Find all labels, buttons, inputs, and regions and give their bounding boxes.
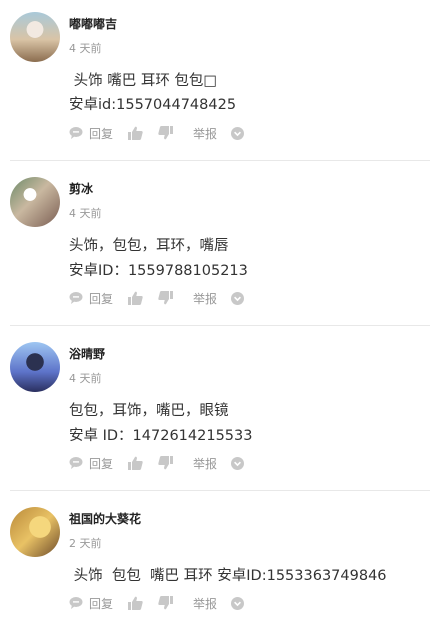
avatar[interactable] [10,342,60,392]
comment-item: 嘟嘟嘟吉 4 天前 头饰 嘴巴 耳环 包包□ 安卓id:155704474842… [0,0,430,161]
comment-text-line: 头饰，包包，耳环，嘴唇 [69,238,229,254]
more-button[interactable] [231,126,245,140]
comment-author[interactable]: 剪冰 [69,180,93,197]
reply-button[interactable]: 回复 [69,290,113,307]
comment-text-line: 头饰 嘴巴 耳环 包包□ [69,73,218,89]
chevron-down-circle-icon [231,596,245,610]
speech-bubble-icon [69,127,83,139]
chevron-down-circle-icon [231,456,245,470]
comment-actions: 回复 举报 [69,595,245,612]
reply-button[interactable]: 回复 [69,125,113,142]
comment-author[interactable]: 浴晴野 [69,345,105,362]
like-button[interactable] [128,126,143,140]
dislike-button[interactable] [158,596,174,610]
more-button[interactable] [231,596,245,610]
thumbs-up-icon [128,126,143,140]
like-button[interactable] [128,456,143,470]
thumbs-down-icon [158,126,174,140]
thumbs-up-icon [128,291,143,305]
report-button[interactable]: 举报 [193,125,217,142]
chevron-down-circle-icon [231,291,245,305]
comment-author[interactable]: 嘟嘟嘟吉 [69,15,117,32]
comment-item: 浴晴野 4 天前 包包，耳饰，嘴巴，眼镜 安卓 ID：1472614215533… [0,326,430,491]
more-button[interactable] [231,291,245,305]
avatar[interactable] [10,507,60,557]
avatar[interactable] [10,177,60,227]
report-button[interactable]: 举报 [193,290,217,307]
comment-time: 4 天前 [69,207,102,220]
speech-bubble-icon [69,292,83,304]
avatar[interactable] [10,12,60,62]
reply-button[interactable]: 回复 [69,595,113,612]
reply-label: 回复 [89,596,114,611]
comment-time: 4 天前 [69,372,102,385]
comment-time: 2 天前 [69,537,102,550]
reply-label: 回复 [89,126,114,141]
thumbs-down-icon [158,596,174,610]
thumbs-down-icon [158,456,174,470]
reply-button[interactable]: 回复 [69,455,113,472]
comment-actions: 回复 举报 [69,125,245,142]
comment-text-line: 头饰 包包 嘴巴 耳环 安卓ID:1553363749846 [69,568,387,584]
report-button[interactable]: 举报 [193,595,217,612]
like-button[interactable] [128,596,143,610]
comment-text-line: 包包，耳饰，嘴巴，眼镜 [69,403,229,419]
reply-label: 回复 [89,456,114,471]
comment-item: 剪冰 4 天前 头饰，包包，耳环，嘴唇 安卓ID：1559788105213 回… [0,161,430,326]
comment-text-line: 安卓 ID：1472614215533 [69,428,253,444]
comment-text-line: 安卓ID：1559788105213 [69,263,248,279]
dislike-button[interactable] [158,126,174,140]
chevron-down-circle-icon [231,126,245,140]
comment-text-line: 安卓id:1557044748425 [69,97,237,113]
thumbs-down-icon [158,291,174,305]
comment-actions: 回复 举报 [69,290,245,307]
dislike-button[interactable] [158,291,174,305]
dislike-button[interactable] [158,456,174,470]
speech-bubble-icon [69,457,83,469]
comment-time: 4 天前 [69,42,102,55]
report-button[interactable]: 举报 [193,455,217,472]
thumbs-up-icon [128,456,143,470]
speech-bubble-icon [69,597,83,609]
reply-label: 回复 [89,291,114,306]
comment-actions: 回复 举报 [69,455,245,472]
more-button[interactable] [231,456,245,470]
comment-author[interactable]: 祖国的大葵花 [69,510,141,527]
like-button[interactable] [128,291,143,305]
thumbs-up-icon [128,596,143,610]
comment-item: 祖国的大葵花 2 天前 头饰 包包 嘴巴 耳环 安卓ID:15533637498… [0,491,430,621]
